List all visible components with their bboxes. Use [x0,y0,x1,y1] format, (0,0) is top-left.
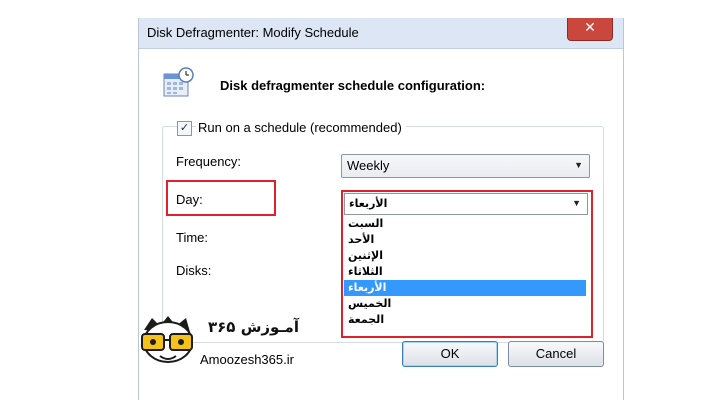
day-option[interactable]: الثلاثاء [344,264,586,280]
close-icon: ✕ [584,20,596,36]
cancel-button[interactable]: Cancel [508,341,604,367]
day-value: الأربعاء [349,197,388,210]
day-select[interactable]: الأربعاء ▼ [344,193,588,215]
close-button[interactable]: ✕ [567,18,613,41]
window-title: Disk Defragmenter: Modify Schedule [147,25,359,40]
chevron-down-icon: ▼ [574,160,583,170]
calendar-clock-icon [163,67,194,97]
mascot-logo-icon [141,316,193,363]
day-option[interactable]: الأحد [344,232,586,248]
frequency-value: Weekly [347,158,390,173]
brand-wordmark: آمـوزش ۳۶۵ [208,318,299,336]
run-on-schedule-checkbox[interactable]: ✓ [177,121,192,136]
ok-button[interactable]: OK [402,341,498,367]
day-option[interactable]: الخميس [344,296,586,312]
day-option[interactable]: الإثنين [344,248,586,264]
chevron-down-icon: ▼ [572,198,581,208]
time-label: Time: [176,230,209,245]
frequency-select[interactable]: Weekly ▼ [341,154,590,178]
day-option[interactable]: السبت [344,216,586,232]
day-options-list: السبت الأحد الإثنين الثلاثاء الأربعاء الخميس ا… [344,216,586,332]
day-option[interactable]: الجمعة [344,312,586,328]
site-url: Amoozesh365.ir [200,352,294,367]
day-option[interactable]: الأربعاء [344,280,586,296]
day-label: Day: [176,192,203,207]
frequency-label: Frequency: [176,154,242,169]
disks-label: Disks: [176,263,212,278]
dialog-heading: Disk defragmenter schedule configuration… [220,78,486,93]
run-on-schedule-label: Run on a schedule (recommended) [196,120,406,135]
title-bar: Disk Defragmenter: Modify Schedule ✕ [139,18,623,49]
